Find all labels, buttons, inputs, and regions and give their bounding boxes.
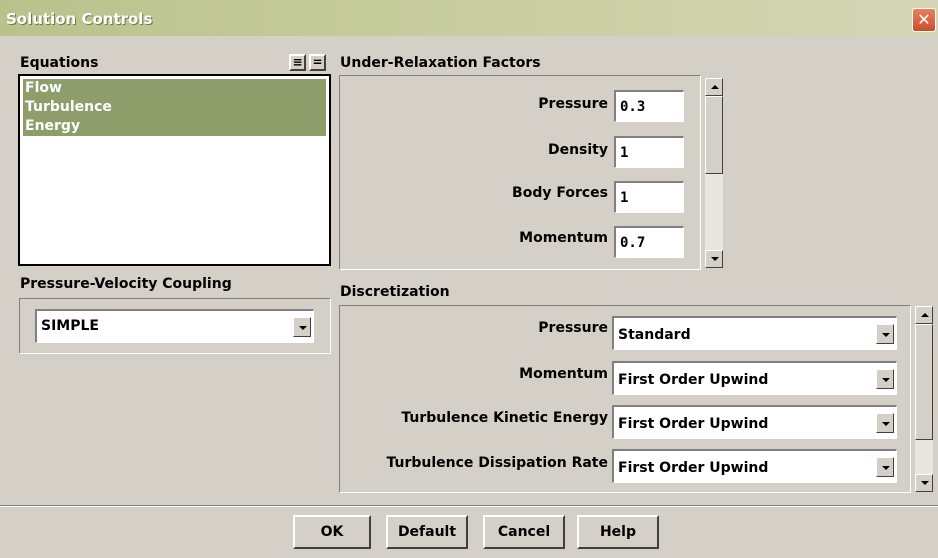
urf-label: Under-Relaxation Factors: [340, 55, 541, 71]
disc-scroll-down-button[interactable]: [915, 474, 933, 492]
list-item-flow[interactable]: Flow: [23, 79, 326, 98]
chevron-down-icon[interactable]: [876, 413, 894, 433]
disc-scroll-up-button[interactable]: [915, 306, 933, 324]
urf-density-label: Density: [547, 142, 608, 158]
urf-scroll-up-button[interactable]: [705, 78, 723, 96]
deselect-all-icon: =: [312, 55, 323, 69]
disc-tke-value: First Order Upwind: [618, 416, 769, 432]
deselect-all-equations-button[interactable]: =: [309, 54, 326, 71]
urf-density-field[interactable]: 1: [614, 136, 684, 168]
equations-label: Equations: [20, 55, 99, 71]
chevron-down-icon[interactable]: [876, 457, 894, 477]
disc-tke-label: Turbulence Kinetic Energy: [401, 410, 608, 426]
urf-scroll-thumb[interactable]: [705, 96, 723, 174]
urf-body-forces-label: Body Forces: [512, 185, 608, 201]
urf-scroll-down-button[interactable]: [705, 250, 723, 268]
disc-momentum-value: First Order Upwind: [618, 372, 769, 388]
disc-pressure-value: Standard: [618, 327, 691, 343]
pvc-dropdown[interactable]: SIMPLE: [35, 309, 314, 343]
urf-pressure-label: Pressure: [538, 96, 608, 112]
chevron-down-icon[interactable]: [293, 317, 311, 337]
disc-momentum-dropdown[interactable]: First Order Upwind: [612, 361, 897, 395]
equations-list[interactable]: Flow Turbulence Energy: [18, 74, 331, 266]
select-all-equations-button[interactable]: ≡: [289, 54, 306, 71]
pvc-value: SIMPLE: [41, 318, 99, 334]
ok-button[interactable]: OK: [293, 515, 371, 549]
disc-tdr-dropdown[interactable]: First Order Upwind: [612, 449, 897, 483]
chevron-down-icon[interactable]: [876, 369, 894, 389]
title-bar: Solution Controls ✕: [0, 0, 938, 36]
disc-tdr-label: Turbulence Dissipation Rate: [386, 455, 608, 471]
pvc-label: Pressure-Velocity Coupling: [20, 276, 232, 292]
discretization-label: Discretization: [340, 284, 450, 300]
disc-pressure-label: Pressure: [538, 320, 608, 336]
close-icon: ✕: [917, 10, 931, 29]
urf-momentum-label: Momentum: [519, 230, 608, 246]
list-item-turbulence[interactable]: Turbulence: [23, 98, 326, 117]
urf-pressure-field[interactable]: 0.3: [614, 90, 684, 122]
chevron-down-icon[interactable]: [876, 324, 894, 344]
select-all-icon: ≡: [292, 55, 303, 69]
default-button[interactable]: Default: [386, 515, 468, 549]
list-item-energy[interactable]: Energy: [23, 117, 326, 136]
disc-tdr-value: First Order Upwind: [618, 460, 769, 476]
urf-momentum-field[interactable]: 0.7: [614, 226, 684, 258]
window-title: Solution Controls: [6, 10, 153, 28]
disc-scroll-thumb[interactable]: [915, 324, 933, 440]
disc-pressure-dropdown[interactable]: Standard: [612, 316, 897, 350]
disc-momentum-label: Momentum: [519, 366, 608, 382]
close-button[interactable]: ✕: [912, 8, 936, 32]
button-separator: [0, 505, 938, 507]
cancel-button[interactable]: Cancel: [483, 515, 565, 549]
disc-tke-dropdown[interactable]: First Order Upwind: [612, 405, 897, 439]
help-button[interactable]: Help: [577, 515, 659, 549]
urf-body-forces-field[interactable]: 1: [614, 181, 684, 213]
